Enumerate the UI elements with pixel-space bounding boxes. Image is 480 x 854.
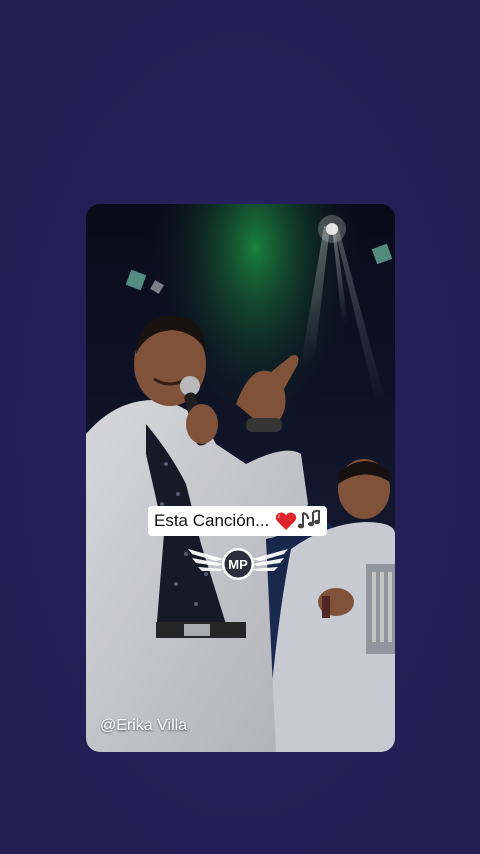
video-player[interactable] xyxy=(86,204,395,752)
caption-text: Esta Canción... xyxy=(154,511,270,530)
winged-logo-icon: MP xyxy=(188,548,288,580)
caption-bubble: Esta Canción... xyxy=(148,506,328,536)
channel-logo: MP xyxy=(186,545,290,583)
creator-watermark: @Erika Villa xyxy=(100,717,188,734)
logo-text: MP xyxy=(228,557,248,572)
heart-icon xyxy=(276,512,297,530)
caption-emoji-group xyxy=(275,510,321,532)
video-frame xyxy=(86,204,395,752)
music-notes-icon xyxy=(298,510,321,529)
